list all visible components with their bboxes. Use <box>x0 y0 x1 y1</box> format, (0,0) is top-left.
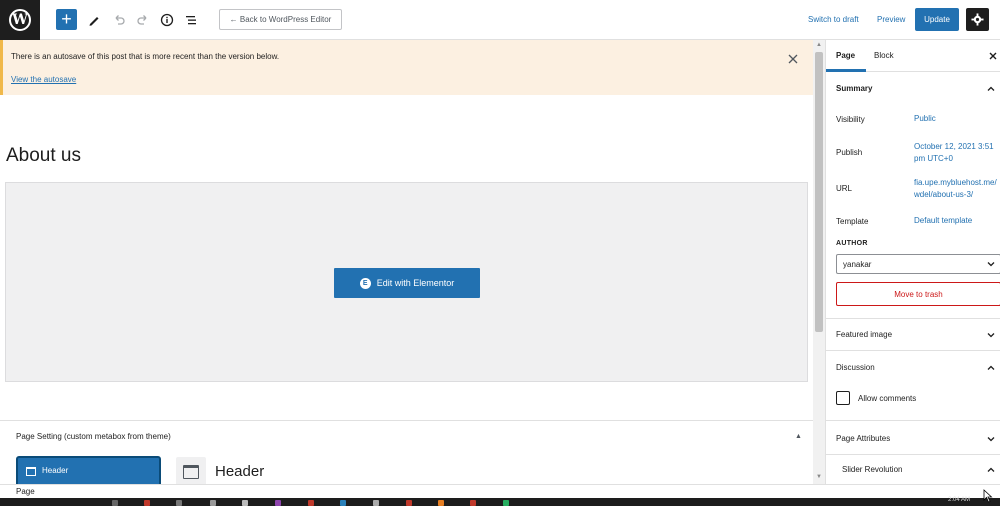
close-sidebar-button[interactable] <box>987 49 999 61</box>
taskbar-app-icon[interactable] <box>176 500 182 506</box>
url-label: URL <box>836 184 853 193</box>
visibility-value[interactable]: Public <box>914 113 936 125</box>
update-button[interactable]: Update <box>915 8 959 31</box>
taskbar-app-icon[interactable] <box>275 500 281 506</box>
chevron-down-icon <box>987 333 995 338</box>
template-value[interactable]: Default template <box>914 215 972 227</box>
template-label: Template <box>836 217 869 226</box>
autosave-message: There is an autosave of this post that i… <box>11 52 280 61</box>
discussion-heading: Discussion <box>836 363 875 372</box>
publish-date-value[interactable]: October 12, 2021 3:51 pm UTC+0 <box>914 141 994 165</box>
edit-tools-button[interactable] <box>84 10 104 30</box>
elementor-icon: E <box>359 277 371 289</box>
allow-comments-checkbox[interactable] <box>836 391 850 405</box>
author-select[interactable]: yanakar <box>836 254 1000 274</box>
taskbar-app-icon[interactable] <box>144 500 150 506</box>
settings-sidebar: Page Block Summary Visibility Public Pub… <box>825 40 1000 484</box>
close-icon <box>989 52 997 60</box>
info-icon <box>160 13 174 27</box>
panel-divider <box>826 318 1000 319</box>
editor-content: There is an autosave of this post that i… <box>0 40 813 484</box>
chevron-down-icon <box>987 437 995 442</box>
tab-page[interactable]: Page <box>836 51 855 60</box>
taskbar-app-icon[interactable] <box>503 500 509 506</box>
autosave-notice: There is an autosave of this post that i… <box>0 40 813 95</box>
allow-comments-label[interactable]: Allow comments <box>858 394 916 403</box>
undo-icon <box>115 15 125 25</box>
header-preview-label: Header <box>215 463 265 480</box>
editor-top-bar: W + ← Back to WordPress Editor Switch to… <box>0 0 1000 40</box>
pencil-icon <box>89 17 99 26</box>
chevron-up-icon <box>987 86 995 91</box>
details-button[interactable] <box>157 10 177 30</box>
undo-button[interactable] <box>109 10 129 30</box>
taskbar-app-icon[interactable] <box>112 500 118 506</box>
tab-block[interactable]: Block <box>874 51 894 60</box>
header-layout-icon <box>183 465 199 479</box>
dismiss-notice-button[interactable] <box>786 52 800 66</box>
publish-label: Publish <box>836 148 863 157</box>
move-to-trash-button[interactable]: Move to trash <box>836 282 1000 306</box>
metabox-title: Page Setting (custom metabox from theme) <box>16 432 171 441</box>
wordpress-icon: W <box>9 9 31 31</box>
content-scrollbar[interactable]: ▲ ▼ <box>813 40 825 484</box>
taskbar-app-icon[interactable] <box>210 500 216 506</box>
summary-heading: Summary <box>836 84 873 93</box>
author-label: AUTHOR <box>836 240 868 247</box>
scrollbar-thumb[interactable] <box>815 52 823 332</box>
gear-icon <box>971 13 984 26</box>
scroll-up-arrow-icon[interactable]: ▲ <box>816 42 822 48</box>
scroll-down-arrow-icon[interactable]: ▼ <box>816 474 822 480</box>
list-view-button[interactable] <box>181 10 201 30</box>
os-taskbar: 2:04 AM <box>0 497 1000 506</box>
block-breadcrumb-bar: Page <box>0 484 1000 498</box>
panel-divider <box>826 454 1000 455</box>
taskbar-app-icon[interactable] <box>438 500 444 506</box>
taskbar-app-icon[interactable] <box>308 500 314 506</box>
taskbar-app-icon[interactable] <box>373 500 379 506</box>
page-setting-metabox: Page Setting (custom metabox from theme)… <box>0 420 813 484</box>
switch-to-draft-link[interactable]: Switch to draft <box>808 15 859 24</box>
header-preview-thumb <box>176 457 206 484</box>
chevron-up-icon <box>987 467 995 472</box>
header-layout-icon <box>26 467 36 476</box>
mouse-cursor-icon <box>983 489 993 503</box>
add-block-button[interactable]: + <box>56 9 77 30</box>
redo-button[interactable] <box>133 10 153 30</box>
collapse-metabox-button[interactable]: ▲ <box>795 433 802 440</box>
edit-with-elementor-label: Edit with Elementor <box>376 278 455 288</box>
settings-button[interactable] <box>966 8 989 31</box>
panel-divider <box>826 350 1000 351</box>
breadcrumb-page[interactable]: Page <box>16 487 35 496</box>
elementor-placeholder-area: E Edit with Elementor <box>5 182 808 382</box>
sidebar-tabs: Page Block <box>826 40 1000 72</box>
url-value[interactable]: fia.upe.mybluehost.me/wdel/about-us-3/ <box>914 177 998 201</box>
edit-with-elementor-button[interactable]: E Edit with Elementor <box>334 268 480 298</box>
wordpress-logo-button[interactable]: W <box>0 0 40 40</box>
taskbar-app-icon[interactable] <box>340 500 346 506</box>
page-attributes-heading: Page Attributes <box>836 434 891 443</box>
page-title[interactable]: About us <box>6 145 81 167</box>
author-selected-value: yanakar <box>843 260 872 269</box>
chevron-up-icon <box>987 365 995 370</box>
header-option-label: Header <box>42 466 69 475</box>
featured-image-heading: Featured image <box>836 330 893 339</box>
list-view-icon <box>186 16 196 25</box>
taskbar-app-icon[interactable] <box>406 500 412 506</box>
visibility-label: Visibility <box>836 115 865 124</box>
slider-revolution-heading: Slider Revolution <box>842 465 903 474</box>
active-tab-indicator <box>826 69 866 72</box>
taskbar-app-icon[interactable] <box>242 500 248 506</box>
chevron-down-icon <box>987 262 995 267</box>
taskbar-app-icon[interactable] <box>470 500 476 506</box>
close-icon <box>788 54 798 64</box>
redo-icon <box>137 15 147 25</box>
preview-link[interactable]: Preview <box>877 15 905 24</box>
taskbar-clock: 2:04 AM <box>948 497 971 503</box>
view-autosave-link[interactable]: View the autosave <box>11 75 76 84</box>
back-to-wordpress-editor-button[interactable]: ← Back to WordPress Editor <box>219 9 342 30</box>
panel-divider <box>826 420 1000 421</box>
header-option-card[interactable]: Header <box>16 456 161 484</box>
